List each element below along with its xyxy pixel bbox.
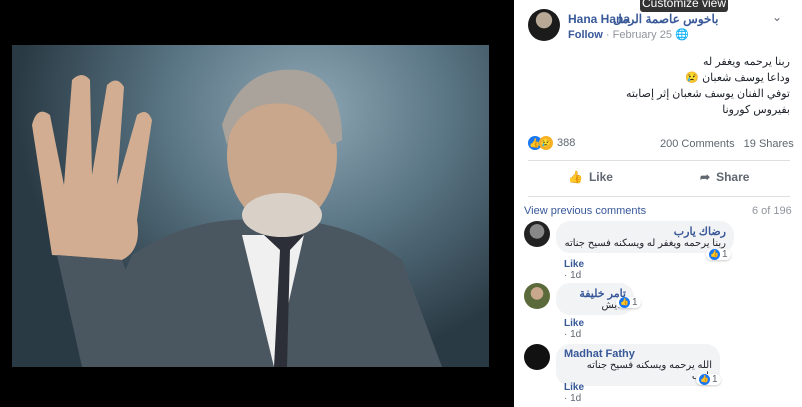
post-date[interactable]: February 25 (613, 29, 672, 41)
thumbs-up-icon: 👍 (568, 170, 583, 184)
comment-text: الله يرحمه ويسكنه فسيح جناته يارب (586, 360, 712, 382)
comment-like-count: 1 (712, 374, 718, 385)
sad-reaction-icon: 😢 (539, 136, 553, 150)
comment-like-link[interactable]: Like (564, 382, 584, 393)
comment-like-count: 1 (632, 297, 638, 308)
commenter-avatar[interactable] (524, 221, 550, 247)
comment-like-count: 1 (722, 249, 728, 260)
like-button[interactable]: 👍 Like (568, 170, 613, 184)
post-text-line: وداعا يوسف شعبان 😢 (685, 72, 790, 84)
comment-like-link[interactable]: Like (564, 318, 584, 329)
comment-time[interactable]: 1d (570, 329, 581, 340)
follow-link[interactable]: Follow (568, 29, 603, 41)
post-photo[interactable] (12, 45, 489, 367)
author-avatar[interactable] (528, 9, 560, 41)
chevron-down-icon[interactable]: ⌄ (772, 10, 782, 24)
comment-like-badge[interactable]: 👍 1 (706, 249, 731, 260)
share-button[interactable]: ➦ Share (700, 170, 749, 184)
comment-meta: Like · 1d (564, 382, 585, 404)
page-name[interactable]: باخوس عاصمة الرمل (613, 12, 718, 26)
comment-like-badge[interactable]: 👍 1 (696, 374, 721, 385)
like-label: Like (588, 170, 613, 184)
comment-like-link[interactable]: Like (564, 259, 584, 270)
comment-text: ربنا يرحمه ويغفر له ويسكنه فسيح جناته (564, 238, 726, 249)
tooltip: Customize view (640, 0, 728, 12)
comments-page-count: 6 of 196 (752, 205, 792, 217)
comment-time[interactable]: 1d (570, 270, 581, 281)
globe-icon: 🌐 (675, 29, 689, 41)
separator-dot: · (605, 29, 613, 41)
post-text-line: توفي الفنان يوسف شعبان إثر إصابته بفيروس… (625, 88, 790, 116)
commenter-avatar[interactable] (524, 283, 550, 309)
like-reaction-icon: 👍 (709, 249, 720, 260)
commenter-avatar[interactable] (524, 344, 550, 370)
shares-count[interactable]: 19 Shares (744, 138, 794, 150)
share-label: Share (716, 170, 750, 184)
comment-meta: Like · 1d (564, 259, 585, 281)
comment-bubble: رضاك يارب ربنا يرحمه ويغفر له ويسكنه فسي… (556, 221, 734, 253)
post-text: ربنا يرحمه ويغفر له وداعا يوسف شعبان 😢 ت… (600, 54, 790, 118)
comment-meta: Like · 1d (564, 318, 585, 340)
post-text-line: ربنا يرحمه ويغفر له (703, 56, 790, 68)
comment-time[interactable]: 1d (570, 393, 581, 404)
engagement-counts: 200 Comments 19 Shares (660, 138, 794, 150)
reaction-count: 388 (557, 137, 576, 149)
divider (528, 196, 790, 197)
photo-viewer-stage (0, 0, 514, 407)
comment-like-badge[interactable]: 👍 1 (616, 297, 641, 308)
post-meta: Follow · February 25 🌐 (568, 28, 689, 41)
commenter-name[interactable]: رضاك يارب (564, 225, 726, 238)
commenter-name[interactable]: Madhat Fathy (564, 348, 712, 360)
like-reaction-icon: 👍 (699, 374, 710, 385)
photo-illustration (32, 69, 442, 367)
comments-count[interactable]: 200 Comments (660, 138, 735, 150)
reaction-summary[interactable]: 👍 😢 388 (528, 136, 575, 150)
like-reaction-icon: 👍 (619, 297, 630, 308)
view-previous-comments-link[interactable]: View previous comments (524, 205, 646, 217)
share-arrow-icon: ➦ (700, 170, 711, 184)
divider (528, 160, 790, 161)
